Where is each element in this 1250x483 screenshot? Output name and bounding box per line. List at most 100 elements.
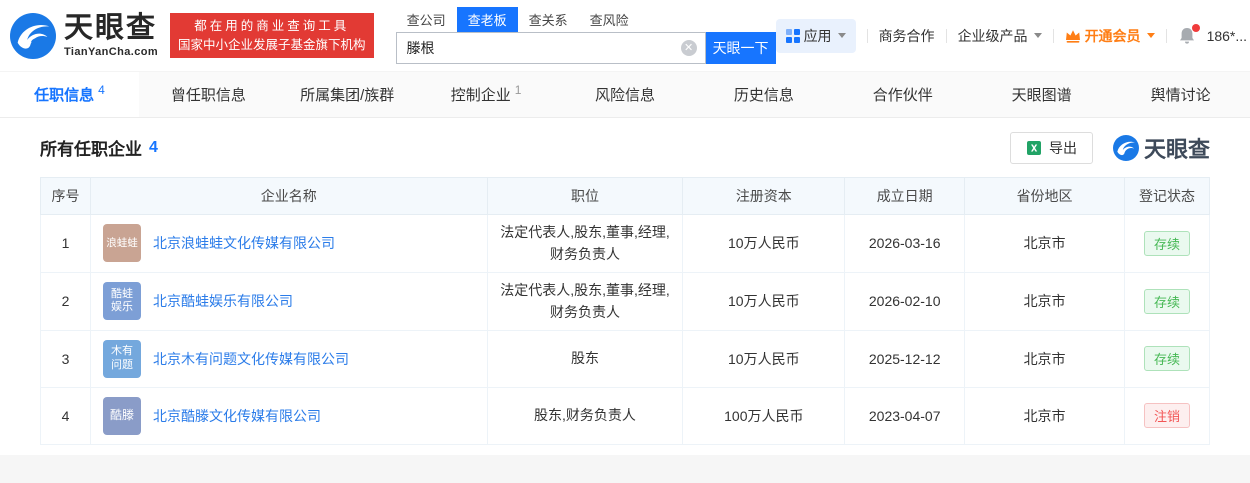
date-cell: 2026-02-10 <box>844 271 966 331</box>
vip-upgrade-menu[interactable]: 开通会员 <box>1065 26 1155 46</box>
tianyancha-logo[interactable]: 天眼查 TianYanCha.com <box>10 11 159 59</box>
table-row: 3 木有 问题 北京木有问题文化传媒有限公司 股东 10万人民币 2025-12-… <box>40 329 1211 388</box>
logo-subtitle: TianYanCha.com <box>64 45 159 58</box>
enterprise-products-menu[interactable]: 企业级产品 <box>958 26 1042 46</box>
search-button[interactable]: 天眼一下 <box>705 32 776 64</box>
positions-table: 序号 企业名称 职位 注册资本 成立日期 省份地区 登记状态 1 浪蛙蛙 北京浪蛙蛙文化传媒… <box>40 177 1211 445</box>
crown-icon <box>1065 29 1080 43</box>
capital-cell: 100万人民币 <box>682 386 846 445</box>
status-badge: 存续 <box>1143 230 1190 256</box>
slogan-line1: 都在用的商业查询工具 <box>194 18 350 33</box>
search-type-tab[interactable]: 查公司 <box>396 7 457 32</box>
search-type-tab[interactable]: 查风险 <box>579 7 640 32</box>
table-row: 1 浪蛙蛙 北京浪蛙蛙文化传媒有限公司 法定代表人,股东,董事,经理,财务负责人… <box>40 214 1211 273</box>
company-count: 4 <box>149 138 158 156</box>
table-header-cell: 职位 <box>486 177 684 215</box>
chevron-down-icon <box>1146 33 1155 38</box>
row-index: 3 <box>40 329 91 388</box>
section-tab[interactable]: 曾任职信息 <box>139 72 278 117</box>
table-header-cell: 企业名称 <box>89 177 488 215</box>
section-tab[interactable]: 舆情讨论 <box>1111 72 1250 117</box>
row-index: 2 <box>40 271 91 331</box>
section-tab[interactable]: 历史信息 <box>694 72 833 117</box>
notifications-bell-icon[interactable] <box>1178 23 1200 46</box>
position-cell: 股东 <box>486 329 684 388</box>
watermark-logo-icon <box>1112 134 1139 161</box>
apps-grid-icon <box>785 28 800 43</box>
table-header-cell: 序号 <box>40 177 91 215</box>
section-tab[interactable]: 风险信息 <box>556 72 695 117</box>
company-link[interactable]: 北京木有问题文化传媒有限公司 <box>153 349 349 369</box>
table-row: 2 酷蛙 娱乐 北京酷蛙娱乐有限公司 法定代表人,股东,董事,经理,财务负责人 1… <box>40 271 1211 331</box>
province-cell: 北京市 <box>964 386 1125 445</box>
chevron-down-icon <box>837 33 846 38</box>
company-avatar: 酷蛙 娱乐 <box>102 282 141 321</box>
apps-label: 应用 <box>803 27 832 44</box>
province-cell: 北京市 <box>964 329 1125 388</box>
search-input[interactable] <box>396 33 705 63</box>
tianyancha-logo-icon <box>10 12 56 59</box>
search-type-tab[interactable]: 查关系 <box>518 7 579 32</box>
company-avatar: 木有 问题 <box>102 339 141 378</box>
status-badge: 存续 <box>1143 288 1190 314</box>
search-type-tab[interactable]: 查老板 <box>456 7 518 32</box>
province-cell: 北京市 <box>964 214 1125 273</box>
section-tab[interactable]: 所属集团/族群 <box>278 72 417 117</box>
province-cell: 北京市 <box>964 271 1125 331</box>
divider <box>1052 28 1054 43</box>
capital-cell: 10万人民币 <box>682 329 846 388</box>
date-cell: 2023-04-07 <box>844 386 966 445</box>
company-link[interactable]: 北京浪蛙蛙文化传媒有限公司 <box>153 233 335 253</box>
section-tab[interactable]: 天眼图谱 <box>972 72 1111 117</box>
position-cell: 股东,财务负责人 <box>486 386 684 445</box>
status-badge: 注销 <box>1143 403 1190 429</box>
account-menu[interactable]: 186*... <box>1207 28 1250 44</box>
row-index: 1 <box>40 214 91 273</box>
chevron-down-icon <box>1033 33 1042 38</box>
top-header: 天眼查 TianYanCha.com 都在用的商业查询工具 国家中小企业发展子基… <box>0 0 1250 71</box>
table-header-cell: 登记状态 <box>1123 177 1211 215</box>
divider <box>945 28 947 43</box>
company-avatar: 浪蛙蛙 <box>102 224 141 263</box>
position-cell: 法定代表人,股东,董事,经理,财务负责人 <box>486 214 684 273</box>
excel-icon <box>1026 140 1041 155</box>
capital-cell: 10万人民币 <box>682 271 846 331</box>
business-cooperation-link[interactable]: 商务合作 <box>879 26 935 46</box>
slogan-line2: 国家中小企业发展子基金旗下机构 <box>178 37 366 52</box>
main-content: 所有任职企业 4 导出 天眼查 序号 企业名称 职位 注册资本 成立日期 省份地… <box>0 118 1250 445</box>
status-badge: 存续 <box>1143 346 1190 372</box>
date-cell: 2025-12-12 <box>844 329 966 388</box>
section-tab[interactable]: 控制企业 1 <box>417 72 556 117</box>
page-title: 所有任职企业 <box>40 140 142 159</box>
company-avatar: 酷滕 <box>102 396 141 435</box>
table-header-row: 序号 企业名称 职位 注册资本 成立日期 省份地区 登记状态 <box>40 177 1211 215</box>
apps-menu-button[interactable]: 应用 <box>775 18 856 53</box>
search-area: 查公司 查老板 查关系 查风险 ✕ 天眼一下 <box>395 7 776 64</box>
section-tab[interactable]: 合作伙伴 <box>833 72 972 117</box>
clear-search-icon[interactable]: ✕ <box>680 40 697 56</box>
notification-dot <box>1191 23 1200 32</box>
watermark-logo: 天眼查 <box>1112 132 1210 164</box>
table-header-cell: 成立日期 <box>844 177 966 215</box>
section-tabs: 任职信息 4 曾任职信息 所属集团/族群 控制企业 1 风险信息 历史信息 合作… <box>0 71 1250 118</box>
account-phone: 186*... <box>1206 27 1248 44</box>
table-header-cell: 省份地区 <box>964 177 1125 215</box>
table-header-cell: 注册资本 <box>682 177 846 215</box>
divider <box>1165 28 1167 43</box>
table-body: 1 浪蛙蛙 北京浪蛙蛙文化传媒有限公司 法定代表人,股东,董事,经理,财务负责人… <box>40 214 1211 445</box>
position-cell: 法定代表人,股东,董事,经理,财务负责人 <box>486 271 684 331</box>
row-index: 4 <box>40 386 91 445</box>
capital-cell: 10万人民币 <box>682 214 846 273</box>
search-type-tabs: 查公司 查老板 查关系 查风险 <box>396 7 776 32</box>
footer-strip <box>0 455 1250 483</box>
slogan-badge: 都在用的商业查询工具 国家中小企业发展子基金旗下机构 <box>170 12 374 59</box>
company-link[interactable]: 北京酷蛙娱乐有限公司 <box>153 291 293 311</box>
date-cell: 2026-03-16 <box>844 214 966 273</box>
logo-title: 天眼查 <box>64 11 158 44</box>
export-button[interactable]: 导出 <box>1009 131 1093 164</box>
section-tab[interactable]: 任职信息 4 <box>0 72 139 117</box>
divider <box>866 28 868 43</box>
table-row: 4 酷滕 北京酷滕文化传媒有限公司 股东,财务负责人 100万人民币 2023-… <box>40 386 1211 445</box>
header-right-nav: 应用 商务合作 企业级产品 开通会员 186*... <box>775 18 1250 53</box>
company-link[interactable]: 北京酷滕文化传媒有限公司 <box>153 406 321 426</box>
